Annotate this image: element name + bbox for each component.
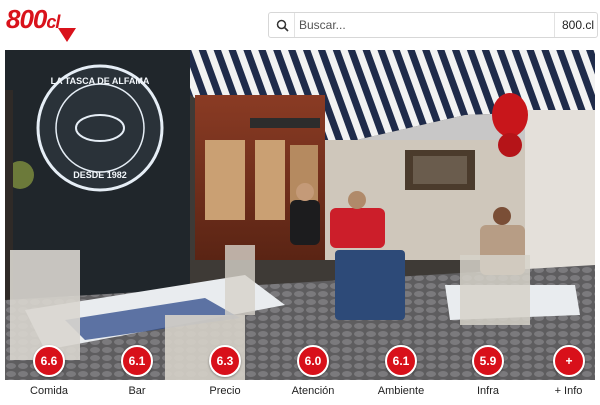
score-atencion[interactable]: 6.0 Atención (278, 345, 348, 405)
sign-title: LA TASCA DE ALFAMA (51, 76, 150, 86)
score-ambiente[interactable]: 6.1 Ambiente (366, 345, 436, 405)
score-precio[interactable]: 6.3 Precio (190, 345, 260, 405)
top-header: 800cl 800.cl (0, 0, 600, 50)
site-domain-label[interactable]: 800.cl (562, 18, 594, 32)
location-pin-icon (58, 28, 76, 42)
score-badge: 6.6 (33, 345, 65, 377)
score-infra[interactable]: 5.9 Infra (453, 345, 523, 405)
score-label: Atención (291, 385, 335, 397)
score-badge: 6.1 (385, 345, 417, 377)
score-label: Ambiente (377, 385, 425, 397)
more-info-button[interactable]: + + Info (541, 345, 596, 405)
score-badge: 6.1 (121, 345, 153, 377)
score-badge: 6.3 (209, 345, 241, 377)
restaurant-photo[interactable]: LA TASCA DE ALFAMA DESDE 1982 (5, 50, 595, 380)
site-logo[interactable]: 800cl (6, 4, 92, 46)
site-divider (554, 13, 555, 37)
plus-icon: + (553, 345, 585, 377)
logo-text: 800cl (6, 4, 60, 34)
more-info-label: + Info (554, 385, 583, 397)
score-badge: 5.9 (472, 345, 504, 377)
search-bar: 800.cl (268, 12, 598, 38)
score-comida[interactable]: 6.6 Comida (14, 345, 84, 405)
score-label: Precio (209, 385, 241, 397)
search-divider (294, 13, 295, 37)
search-icon[interactable] (269, 13, 295, 37)
sign-subtitle: DESDE 1982 (73, 170, 127, 180)
score-bar[interactable]: 6.1 Bar (102, 345, 172, 405)
search-input[interactable] (299, 15, 544, 35)
score-badge: 6.0 (297, 345, 329, 377)
score-label: Comida (30, 385, 68, 397)
score-label: Bar (128, 385, 146, 397)
score-label: Infra (476, 385, 499, 397)
